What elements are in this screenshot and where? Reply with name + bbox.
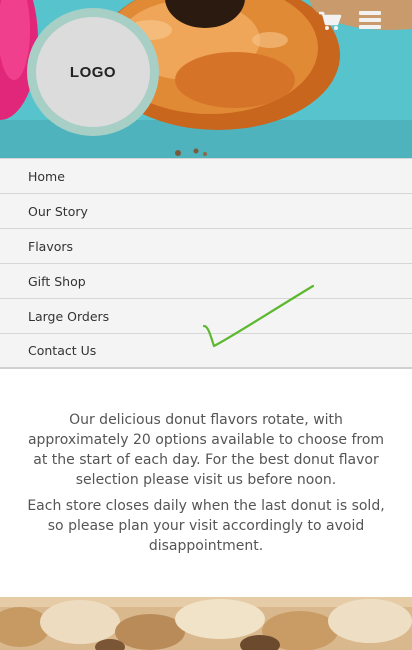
nav-item-home[interactable]: Home bbox=[0, 159, 412, 194]
intro-text: Our delicious donut flavors rotate, with… bbox=[20, 410, 392, 562]
intro-paragraph-2: Each store closes daily when the last do… bbox=[27, 498, 385, 554]
checkmark-annotation-icon bbox=[202, 284, 315, 348]
nav-item-flavors[interactable]: Flavors bbox=[0, 229, 412, 264]
hero-banner: LOGO bbox=[0, 0, 412, 158]
hamburger-menu-button[interactable] bbox=[359, 11, 381, 29]
shopping-cart-icon bbox=[319, 11, 342, 30]
logo-circle: LOGO bbox=[36, 17, 150, 127]
hamburger-menu-icon bbox=[359, 11, 381, 15]
coconut-donut-image bbox=[0, 597, 412, 650]
logo-badge[interactable]: LOGO bbox=[27, 8, 159, 136]
logo-text: LOGO bbox=[69, 63, 117, 81]
nav-item-our-story[interactable]: Our Story bbox=[0, 194, 412, 229]
shopping-cart-button[interactable] bbox=[318, 11, 342, 31]
intro-paragraph-1: Our delicious donut flavors rotate, with… bbox=[27, 412, 385, 488]
